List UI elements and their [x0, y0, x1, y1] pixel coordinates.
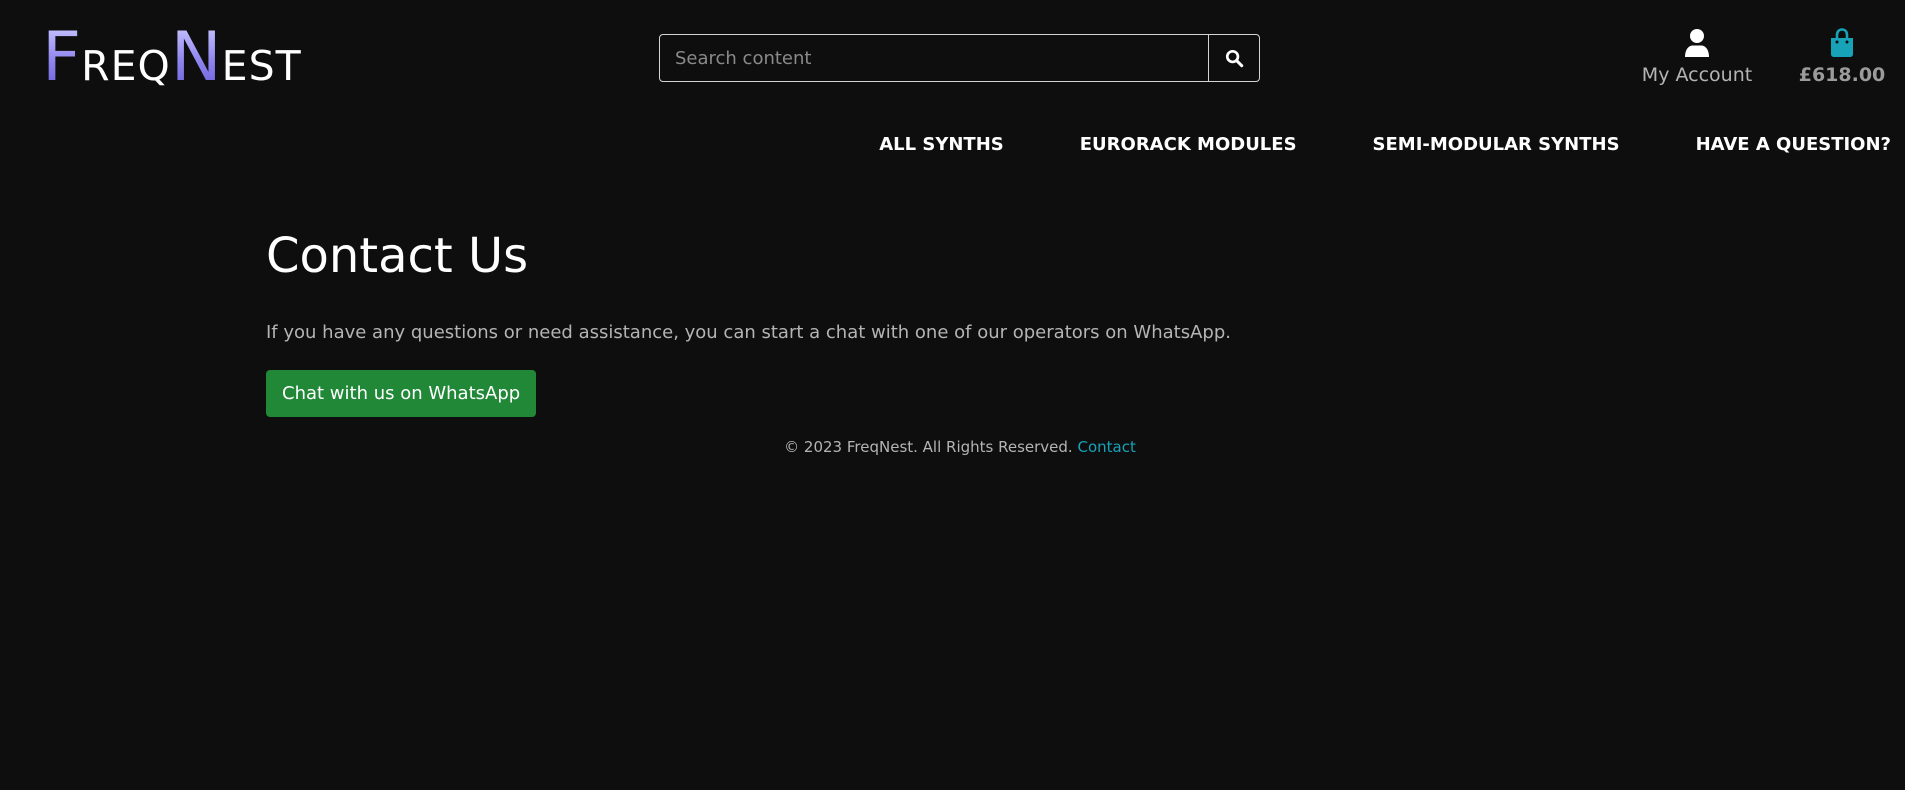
nav-item-have-a-question[interactable]: HAVE A QUESTION? — [1696, 134, 1891, 155]
whatsapp-chat-button[interactable]: Chat with us on WhatsApp — [266, 370, 537, 417]
logo-letter-f: F — [42, 18, 82, 97]
nav-item-eurorack-modules[interactable]: EURORACK MODULES — [1080, 134, 1297, 155]
search-form — [659, 34, 1260, 82]
search-input[interactable] — [660, 35, 1208, 81]
shopping-bag-link[interactable]: £618.00 — [1796, 28, 1888, 86]
search-button[interactable] — [1208, 35, 1259, 81]
nav-item-all-synths[interactable]: ALL SYNTHS — [879, 134, 1004, 155]
logo-letters-req: REQ — [81, 42, 171, 90]
my-account-link[interactable]: My Account — [1636, 28, 1758, 86]
main-nav: ALL SYNTHS EURORACK MODULES SEMI-MODULAR… — [879, 134, 1891, 155]
contact-description: If you have any questions or need assist… — [266, 322, 1231, 343]
page: FREQNEST My Account £618.00 ALL SYNTHS — [0, 0, 1905, 790]
bag-total: £618.00 — [1798, 64, 1886, 86]
shopping-bag-icon — [1831, 28, 1853, 57]
logo-letters-est: EST — [221, 42, 302, 90]
search-icon — [1225, 49, 1243, 67]
freqnest-logo[interactable]: F REQ N EST — [42, 24, 302, 96]
user-icon — [1685, 29, 1709, 57]
logo-letter-n: N — [170, 18, 222, 97]
nav-item-semi-modular-synths[interactable]: SEMI-MODULAR SYNTHS — [1373, 134, 1620, 155]
footer-copyright: © 2023 FreqNest. All Rights Reserved. — [784, 438, 1073, 456]
footer: © 2023 FreqNest. All Rights Reserved. Co… — [0, 438, 1905, 456]
footer-contact-link[interactable]: Contact — [1077, 438, 1135, 456]
my-account-label: My Account — [1641, 64, 1753, 86]
page-title: Contact Us — [266, 228, 529, 284]
